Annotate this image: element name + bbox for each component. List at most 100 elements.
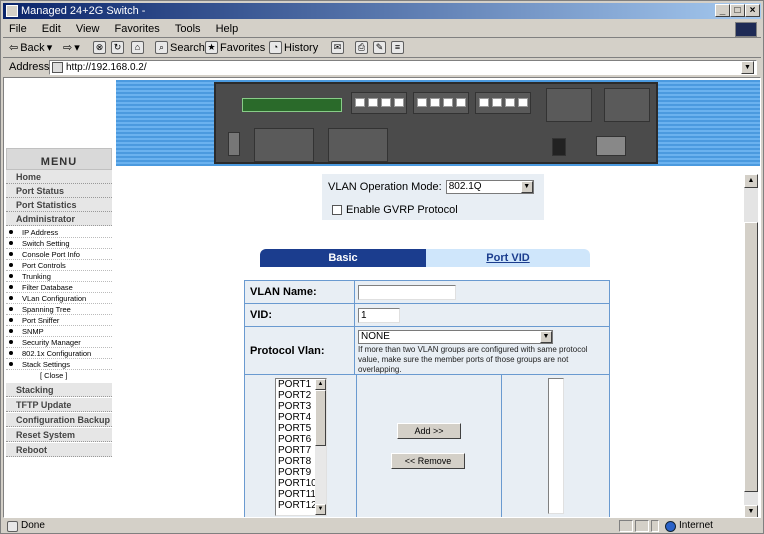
refresh-button[interactable]: ↻ — [111, 41, 124, 54]
page-content: MENU Home Port Status Port Statistics Ad… — [3, 77, 761, 518]
scroll-thumb[interactable] — [315, 390, 326, 446]
submenu-security-manager[interactable]: Security Manager — [6, 337, 112, 348]
mail-icon: ✉ — [331, 41, 344, 54]
available-ports-list[interactable]: PORT1 PORT2 PORT3 PORT4 PORT5 PORT6 PORT… — [275, 378, 327, 516]
submenu-vlan-configuration[interactable]: VLan Configuration — [6, 293, 112, 304]
submenu-label: Spanning Tree — [22, 305, 71, 314]
maximize-button[interactable]: □ — [730, 4, 745, 17]
globe-icon — [665, 520, 676, 532]
scroll-up-icon[interactable]: ▲ — [744, 174, 758, 188]
address-dropdown-icon[interactable]: ▼ — [741, 61, 754, 74]
submenu-snmp[interactable]: SNMP — [6, 326, 112, 337]
menu-item-stacking[interactable]: Stacking — [6, 383, 112, 397]
menu-item-reset-system[interactable]: Reset System — [6, 428, 112, 442]
submenu-filter-database[interactable]: Filter Database — [6, 282, 112, 293]
favorites-button[interactable]: ★ Favorites — [205, 41, 265, 54]
bullet-icon — [9, 329, 13, 333]
tab-port-vid[interactable]: Port VID — [426, 249, 590, 267]
ethernet-port-icon — [479, 98, 489, 107]
vid-row: VID: 1 — [245, 304, 609, 327]
submenu-console-port-info[interactable]: Console Port Info — [6, 249, 112, 260]
bullet-icon — [9, 296, 13, 300]
menu-view[interactable]: View — [70, 21, 106, 37]
bullet-icon — [9, 241, 13, 245]
address-label: Address — [9, 61, 50, 73]
menu-favorites[interactable]: Favorites — [109, 21, 166, 37]
add-button[interactable]: Add >> — [397, 423, 461, 439]
vlan-operation-mode-select[interactable]: 802.1Q ▼ — [445, 180, 534, 194]
available-ports-cell: PORT1 PORT2 PORT3 PORT4 PORT5 PORT6 PORT… — [245, 375, 357, 517]
vid-input[interactable]: 1 — [358, 308, 400, 323]
gbic-slot — [546, 88, 592, 122]
scroll-down-icon[interactable]: ▼ — [315, 504, 326, 515]
submenu-spanning-tree[interactable]: Spanning Tree — [6, 304, 112, 315]
submenu-ip-address[interactable]: IP Address — [6, 227, 112, 238]
stop-icon: ⊗ — [93, 41, 106, 54]
vlan-form-table: VLAN Name: VID: 1 Protocol Vlan: NONE ▼ I… — [244, 280, 610, 517]
menu-file[interactable]: File — [3, 21, 33, 37]
refresh-icon: ↻ — [111, 41, 124, 54]
submenu-port-sniffer[interactable]: Port Sniffer — [6, 315, 112, 326]
menu-item-reboot[interactable]: Reboot — [6, 443, 112, 457]
gvrp-checkbox[interactable] — [332, 205, 342, 215]
stop-button[interactable]: ⊗ — [93, 41, 106, 54]
scroll-thumb[interactable] — [744, 222, 758, 492]
menu-tools[interactable]: Tools — [169, 21, 207, 37]
ports-scrollbar[interactable]: ▲ ▼ — [315, 379, 326, 515]
menu-item-administrator[interactable]: Administrator — [6, 212, 112, 226]
home-icon: ⌂ — [131, 41, 144, 54]
gbic-slot — [604, 88, 650, 122]
console-port-icon — [228, 132, 240, 156]
menu-edit[interactable]: Edit — [36, 21, 67, 37]
discuss-button[interactable]: ≡ — [391, 41, 404, 54]
submenu-label: Port Sniffer — [22, 316, 60, 325]
ie-page-icon — [7, 520, 18, 532]
bullet-icon — [9, 362, 13, 366]
menu-help[interactable]: Help — [210, 21, 245, 37]
search-button[interactable]: ⌕ Search — [155, 41, 205, 54]
submenu-switch-setting[interactable]: Switch Setting — [6, 238, 112, 249]
status-pane — [619, 520, 633, 532]
protocol-value: NONE — [361, 331, 390, 342]
vlan-name-label: VLAN Name: — [245, 281, 355, 303]
home-button[interactable]: ⌂ — [131, 41, 144, 54]
address-input[interactable]: http://192.168.0.2/ ▼ — [49, 60, 757, 75]
forward-arrow-icon: ⇨ — [63, 42, 73, 54]
submenu-port-controls[interactable]: Port Controls — [6, 260, 112, 271]
forward-button[interactable]: ⇨ ▾ — [63, 41, 80, 54]
address-bar: Address http://192.168.0.2/ ▼ — [3, 59, 761, 76]
vlan-name-input[interactable] — [358, 285, 456, 300]
menu-item-port-status[interactable]: Port Status — [6, 184, 112, 198]
bullet-icon — [9, 351, 13, 355]
submenu-8021x-configuration[interactable]: 802.1x Configuration — [6, 348, 112, 359]
menu-item-port-statistics[interactable]: Port Statistics — [6, 198, 112, 212]
protocol-vlan-select[interactable]: NONE ▼ — [358, 330, 553, 344]
submenu-label: 802.1x Configuration — [22, 349, 92, 358]
remove-button[interactable]: << Remove — [391, 453, 465, 469]
scroll-up-icon[interactable]: ▲ — [315, 379, 326, 390]
submenu-close[interactable]: [ Close ] — [6, 370, 112, 381]
menu-item-configuration-backup[interactable]: Configuration Backup — [6, 413, 112, 427]
menu-item-tftp-update-firmware[interactable]: TFTP Update Firmware — [6, 398, 112, 424]
submenu-label: Trunking — [22, 272, 51, 281]
tab-basic[interactable]: Basic — [260, 249, 426, 267]
mail-button[interactable]: ✉ — [331, 41, 344, 54]
back-button[interactable]: ⇦ Back ▾ — [9, 41, 52, 55]
ethernet-port-icon — [394, 98, 404, 107]
submenu-stack-settings[interactable]: Stack Settings — [6, 359, 112, 370]
close-button[interactable]: × — [745, 4, 760, 17]
submenu-label: VLan Configuration — [22, 294, 87, 303]
chevron-down-icon: ▼ — [540, 331, 552, 343]
scroll-down-icon[interactable]: ▼ — [744, 505, 758, 517]
menu-item-home[interactable]: Home — [6, 170, 112, 184]
print-button[interactable]: ⎙ — [355, 41, 368, 54]
page-scrollbar[interactable]: ▲ ▼ — [744, 174, 758, 517]
submenu-label: Security Manager — [22, 338, 81, 347]
minimize-button[interactable]: _ — [715, 4, 730, 17]
bullet-icon — [9, 252, 13, 256]
member-ports-list[interactable] — [548, 378, 564, 514]
edit-button[interactable]: ✎ — [373, 41, 386, 54]
history-button[interactable]: ◔ History — [269, 41, 318, 54]
submenu-trunking[interactable]: Trunking — [6, 271, 112, 282]
windows-logo-icon — [735, 22, 757, 37]
